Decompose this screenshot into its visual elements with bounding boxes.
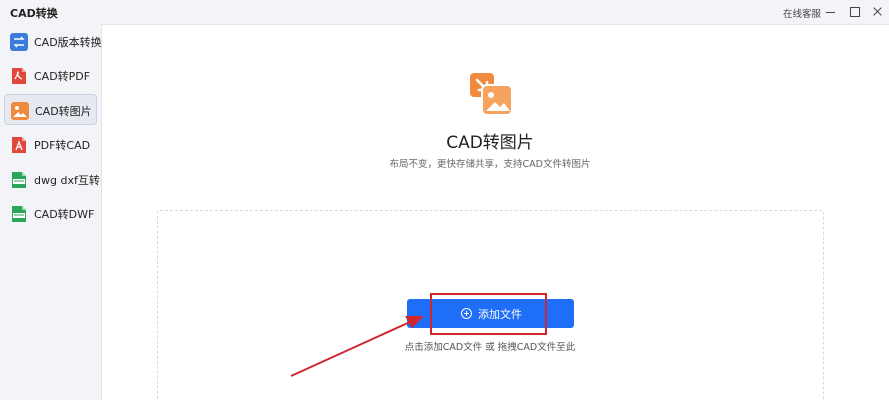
sidebar-item-cad-to-image[interactable]: CAD转图片 bbox=[4, 94, 97, 125]
title-bar: CAD转换 在线客服 bbox=[0, 0, 889, 24]
sidebar-item-cad-to-dwf[interactable]: CAD转DWF bbox=[4, 198, 97, 229]
sidebar-item-label: CAD转图片 bbox=[35, 105, 92, 118]
minimize-icon[interactable] bbox=[821, 2, 841, 22]
dwf-file-icon bbox=[10, 205, 28, 223]
app-title: CAD转换 bbox=[10, 7, 58, 20]
drop-hint: 点击添加CAD文件 或 拖拽CAD文件至此 bbox=[404, 342, 576, 353]
sidebar-item-label: dwg dxf互转 bbox=[34, 174, 100, 187]
cad-to-image-icon bbox=[468, 71, 516, 119]
pdf-to-cad-icon bbox=[10, 136, 28, 154]
sidebar-item-label: CAD版本转换 bbox=[34, 36, 102, 49]
sidebar-item-pdf-to-cad[interactable]: PDF转CAD bbox=[4, 129, 97, 160]
annotation-highlight-box bbox=[430, 293, 547, 335]
main-panel: CAD转图片 布局不变，更快存储共享，支持CAD文件转图片 添加文件 点击添加C… bbox=[101, 24, 889, 400]
page-title: CAD转图片 bbox=[446, 133, 534, 153]
version-convert-icon bbox=[10, 33, 28, 51]
sidebar-item-cad-version[interactable]: CAD版本转换 bbox=[4, 26, 102, 57]
sidebar-item-cad-to-pdf[interactable]: CAD转PDF bbox=[4, 60, 97, 91]
dwg-file-icon bbox=[10, 171, 28, 189]
image-file-icon bbox=[11, 102, 29, 120]
sidebar-item-dwg-dxf[interactable]: dwg dxf互转 bbox=[4, 164, 100, 195]
pdf-file-icon bbox=[10, 67, 28, 85]
page-subtitle: 布局不变，更快存储共享，支持CAD文件转图片 bbox=[389, 159, 591, 170]
sidebar: CAD版本转换 CAD转PDF CAD转图片 PDF转CAD dwg dxf互转… bbox=[0, 24, 102, 400]
sidebar-item-label: CAD转DWF bbox=[34, 208, 95, 221]
sidebar-item-label: CAD转PDF bbox=[34, 70, 91, 83]
close-icon[interactable] bbox=[868, 2, 888, 22]
maximize-icon[interactable] bbox=[845, 2, 865, 22]
sidebar-item-label: PDF转CAD bbox=[34, 139, 91, 152]
online-service-link[interactable]: 在线客服 bbox=[783, 6, 821, 20]
